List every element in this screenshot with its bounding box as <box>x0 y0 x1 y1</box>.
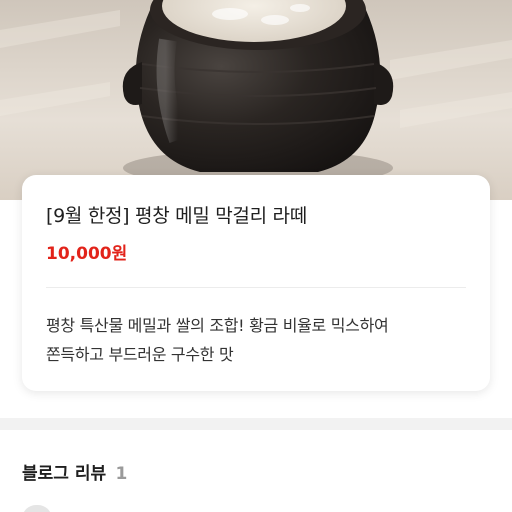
review-avatar <box>22 505 52 512</box>
product-info-card: [9월 한정] 평창 메밀 막걸리 라떼 10,000원 평창 특산물 메밀과 … <box>22 175 490 391</box>
makgeolli-jar-photo <box>0 0 512 186</box>
blog-review-count: 1 <box>115 464 128 484</box>
product-price: 10,000원 <box>46 244 128 264</box>
description-line: 쫀득하고 부드러운 구수한 맛 <box>46 345 234 364</box>
product-description: 평창 특산물 메밀과 쌀의 조합! 황금 비율로 믹스하여 쫀득하고 부드러운 … <box>46 311 476 369</box>
product-image <box>0 0 512 200</box>
blog-review-header[interactable]: 블로그 리뷰 1 <box>22 459 127 484</box>
product-title: [9월 한정] 평창 메밀 막걸리 라떼 <box>46 205 307 227</box>
blog-review-title: 블로그 리뷰 <box>22 464 107 484</box>
divider <box>46 287 466 288</box>
section-divider <box>0 418 512 430</box>
description-line: 평창 특산물 메밀과 쌀의 조합! 황금 비율로 믹스하여 <box>46 316 389 335</box>
